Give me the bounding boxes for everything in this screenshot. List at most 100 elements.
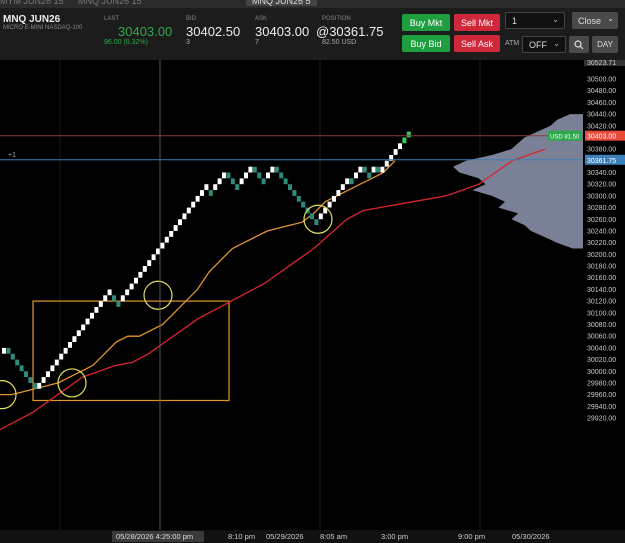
- down-brick: [19, 365, 24, 372]
- down-brick: [274, 166, 279, 173]
- price-tick-label: 30500.00: [587, 77, 616, 84]
- price-tick-label: 30120.00: [587, 299, 616, 306]
- down-brick: [116, 301, 121, 307]
- last-price: 30403.00: [118, 24, 173, 39]
- up-brick: [164, 236, 169, 243]
- up-brick: [54, 359, 59, 366]
- symbol-name[interactable]: MNQ JUN26: [3, 14, 60, 25]
- up-brick: [393, 149, 398, 155]
- price-tick-label: 30040.00: [587, 345, 616, 352]
- ask-label: ASK: [255, 16, 268, 22]
- price-tick-label: 29960.00: [587, 392, 616, 399]
- up-brick: [103, 295, 108, 302]
- up-brick: [178, 219, 182, 226]
- up-brick: [63, 347, 68, 354]
- up-brick: [50, 365, 55, 372]
- down-brick: [32, 382, 37, 389]
- price-tick-label: 30300.00: [587, 193, 616, 200]
- time-tick-label: 8:05 am: [320, 532, 347, 541]
- chevron-down-icon: ⌄: [607, 14, 614, 23]
- atm-select[interactable]: OFF ⌄: [522, 36, 566, 53]
- down-brick: [367, 172, 372, 179]
- position-price: @30361.75: [316, 24, 384, 39]
- up-brick: [142, 266, 147, 272]
- position-quantity: +1: [8, 152, 16, 159]
- down-brick: [314, 219, 319, 226]
- price-tick-label: 30200.00: [587, 252, 616, 259]
- price-tick-label: 30140.00: [587, 287, 616, 294]
- quantity-select[interactable]: 1 ⌄: [505, 12, 565, 29]
- down-brick: [301, 201, 306, 208]
- down-brick: [288, 184, 292, 190]
- bid-price[interactable]: 30402.50: [186, 24, 240, 39]
- chart-tab-strip: MYM JUN26 15 MNQ JUN26 15 MNQ JUN26 5: [0, 0, 625, 8]
- down-brick: [279, 172, 284, 179]
- up-brick: [239, 178, 244, 185]
- renko-chart[interactable]: +1 30523.71 30500.00 30480.00 30460.00 30440…: [0, 60, 625, 543]
- up-brick: [156, 248, 160, 255]
- up-brick: [85, 318, 90, 325]
- price-tick-label: 29920.00: [587, 416, 616, 423]
- down-brick: [24, 371, 28, 378]
- up-brick: [345, 178, 350, 185]
- down-brick: [10, 353, 15, 360]
- up-brick: [266, 172, 270, 179]
- up-brick: [134, 277, 138, 284]
- up-brick: [72, 336, 77, 342]
- chart-tab[interactable]: MNQ JUN26 15: [78, 0, 142, 6]
- down-brick: [15, 359, 20, 366]
- chart-tab[interactable]: MYM JUN26 15: [0, 0, 64, 6]
- price-tick-label: 30340.00: [587, 170, 616, 177]
- down-brick: [376, 166, 380, 173]
- up-brick: [173, 225, 178, 231]
- chevron-down-icon: ⌄: [552, 15, 559, 24]
- time-in-force-day-button[interactable]: DAY: [592, 36, 618, 53]
- search-icon: [574, 39, 584, 49]
- down-brick: [362, 166, 367, 173]
- sell-ask-button[interactable]: Sell Ask: [454, 35, 500, 52]
- order-header: MNQ JUN26 MICRO E-MINI NASDAQ-100 LAST 3…: [0, 8, 625, 61]
- down-brick: [235, 184, 240, 190]
- down-brick: [296, 195, 301, 202]
- price-tick-label: 29980.00: [587, 380, 616, 387]
- up-brick: [186, 207, 191, 214]
- ask-price[interactable]: 30403.00: [255, 24, 309, 39]
- up-brick: [41, 377, 46, 383]
- atm-value: OFF: [529, 39, 547, 50]
- buy-market-button[interactable]: Buy Mkt: [402, 14, 450, 31]
- sell-market-button[interactable]: Sell Mkt: [454, 14, 500, 31]
- pnl-tag: USD 81.50: [550, 135, 580, 141]
- price-tick-label: 30160.00: [587, 275, 616, 282]
- up-brick: [98, 301, 103, 307]
- time-tick-label: 05/30/2026: [512, 532, 550, 541]
- price-tick-label: 30020.00: [587, 357, 616, 364]
- symbol-description: MICRO E-MINI NASDAQ-100: [3, 25, 83, 31]
- search-button[interactable]: [569, 36, 589, 53]
- atm-label: ATM: [505, 40, 520, 47]
- up-brick: [406, 131, 411, 138]
- down-brick: [261, 178, 266, 185]
- up-brick: [200, 190, 204, 196]
- up-brick: [182, 213, 187, 220]
- close-position-button[interactable]: Close ⌄: [572, 12, 618, 29]
- last-change: 96.00 (0.32%): [104, 39, 148, 46]
- price-tick-label: 30280.00: [587, 205, 616, 212]
- down-brick: [292, 190, 297, 196]
- price-axis-bg: [584, 60, 625, 530]
- bid-label: BID: [186, 16, 197, 22]
- up-brick: [37, 382, 42, 389]
- last-price-tag: 30403.00: [587, 134, 616, 141]
- up-brick: [129, 283, 134, 290]
- up-brick: [371, 166, 376, 173]
- up-brick: [380, 166, 385, 173]
- chart-tab[interactable]: MNQ JUN26 5: [246, 0, 317, 6]
- up-brick: [90, 312, 94, 319]
- up-brick: [340, 184, 345, 190]
- buy-bid-button[interactable]: Buy Bid: [402, 35, 450, 52]
- price-tick-label: 29940.00: [587, 404, 616, 411]
- down-brick: [349, 178, 354, 185]
- up-brick: [76, 330, 81, 337]
- down-brick: [226, 172, 231, 179]
- price-tick-label: 30480.00: [587, 88, 616, 95]
- up-brick: [358, 166, 363, 173]
